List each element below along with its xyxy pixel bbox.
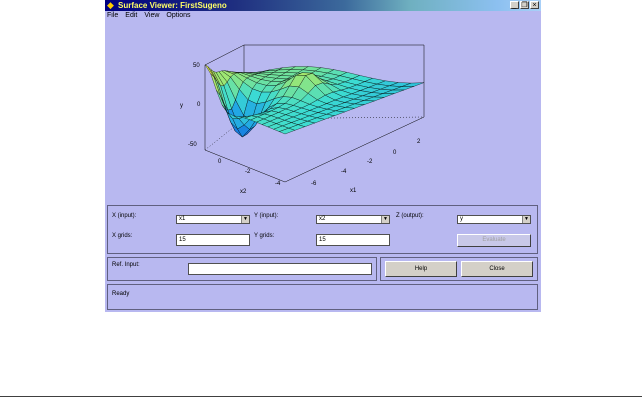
status-text: Ready	[112, 291, 130, 297]
matlab-icon: ◆	[107, 0, 114, 10]
x-input-select[interactable]: x1 ▼	[176, 215, 250, 224]
z-output-label: Z (output):	[396, 213, 424, 219]
menu-view[interactable]: View	[144, 11, 159, 21]
help-button[interactable]: Help	[385, 261, 457, 277]
buttons-panel: Help Close	[380, 257, 538, 281]
title-bar[interactable]: ◆ Surface Viewer: FirstSugeno _ ❐ ×	[105, 0, 541, 11]
x1-tick-neg4: -4	[341, 169, 347, 175]
x2-tick-neg2: -2	[245, 169, 251, 175]
z-output-value: y	[460, 216, 463, 222]
close-button[interactable]: Close	[461, 261, 533, 277]
z-output-select[interactable]: y ▼	[457, 215, 531, 224]
ref-input-field[interactable]	[188, 263, 372, 275]
close-window-button[interactable]: ×	[530, 1, 539, 9]
x-grids-field[interactable]: 15	[176, 234, 250, 246]
x-input-value: x1	[179, 216, 186, 222]
window-title: Surface Viewer: FirstSugeno	[118, 1, 227, 10]
menu-file[interactable]: File	[107, 11, 118, 21]
chevron-down-icon: ▼	[241, 216, 249, 223]
y-grids-field[interactable]: 15	[316, 234, 390, 246]
menu-bar: File Edit View Options	[105, 11, 191, 21]
ref-input-label: Ref. Input:	[112, 262, 140, 268]
menu-options[interactable]: Options	[166, 11, 190, 21]
x1-tick-neg6: -6	[311, 181, 317, 187]
y-input-label: Y (input):	[254, 213, 279, 219]
menu-edit[interactable]: Edit	[125, 11, 137, 21]
chevron-down-icon: ▼	[381, 216, 389, 223]
y-grids-label: Y grids:	[254, 233, 275, 239]
y-input-select[interactable]: x2 ▼	[316, 215, 390, 224]
status-panel: Ready	[107, 284, 538, 310]
axes-controls-panel: X (input): x1 ▼ Y (input): x2 ▼ Z (outpu…	[107, 205, 538, 254]
z-tick-50: 50	[193, 63, 200, 69]
y-input-value: x2	[319, 216, 326, 222]
x2-tick-neg4: -4	[275, 181, 281, 187]
x-input-label: X (input):	[112, 213, 137, 219]
z-axis-label: y	[180, 103, 183, 109]
chevron-down-icon: ▼	[522, 216, 530, 223]
x2-axis-label: x2	[240, 189, 247, 195]
surface-plot[interactable]: 50 0 -50 y 0 -2 -4 x2 -6 -4 -2 0 2 x1	[105, 22, 541, 202]
z-tick-0: 0	[197, 102, 201, 108]
evaluate-button[interactable]: Evaluate	[457, 234, 531, 247]
x-grids-label: X grids:	[112, 233, 133, 239]
x1-tick-0: 0	[393, 150, 397, 156]
x1-tick-2: 2	[417, 139, 421, 145]
x1-tick-neg2: -2	[367, 159, 373, 165]
z-tick-neg50: -50	[188, 142, 197, 148]
x2-tick-0: 0	[218, 159, 222, 165]
page-divider	[0, 396, 642, 397]
x1-axis-label: x1	[350, 188, 357, 194]
minimize-button[interactable]: _	[510, 1, 519, 9]
surface-viewer-window: ◆ Surface Viewer: FirstSugeno _ ❐ × File…	[105, 0, 541, 312]
ref-input-panel: Ref. Input:	[107, 257, 377, 281]
maximize-button[interactable]: ❐	[520, 1, 529, 9]
